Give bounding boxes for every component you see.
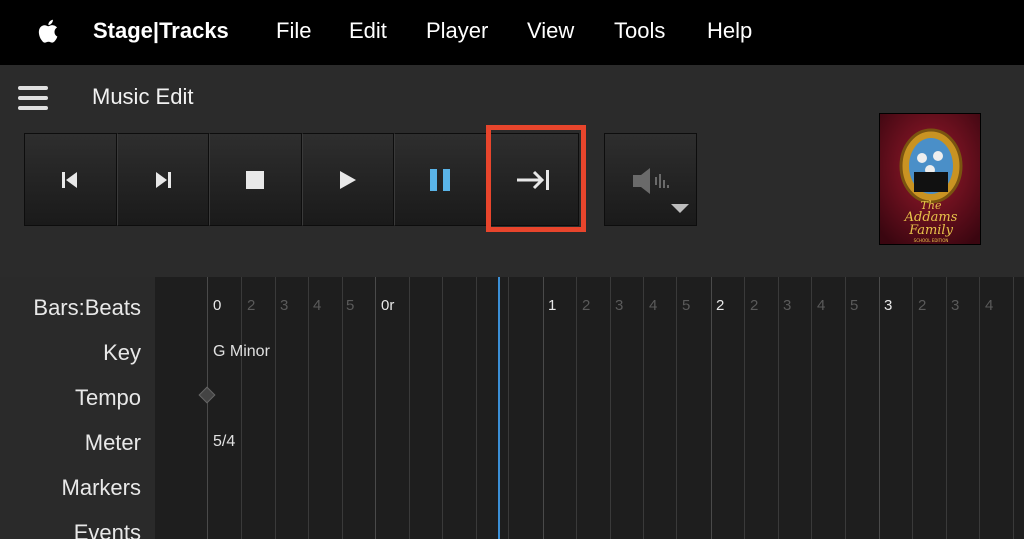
row-label-meter: Meter xyxy=(84,430,141,455)
bar-label: 1 xyxy=(548,297,557,314)
beat-label: 2 xyxy=(582,297,591,314)
speaker-icon xyxy=(633,168,669,194)
tempo-marker[interactable] xyxy=(198,386,216,404)
bar-label: 2 xyxy=(716,297,725,314)
stop-icon xyxy=(246,170,265,189)
beat-label: 5 xyxy=(850,297,859,314)
menu-view[interactable]: View xyxy=(527,18,574,44)
volume-button[interactable] xyxy=(604,133,697,226)
menu-file[interactable]: File xyxy=(276,18,311,44)
beat-label: 5 xyxy=(682,297,691,314)
play-icon xyxy=(339,170,356,189)
stop-button[interactable] xyxy=(209,133,302,226)
track-labels-panel: Bars:Beats Key Tempo Meter Markers Event… xyxy=(0,277,155,539)
menu-bar: Stage|Tracks File Edit Player View Tools… xyxy=(0,0,1024,65)
menu-tools[interactable]: Tools xyxy=(614,18,665,44)
timeline-grid[interactable]: 0 2 3 4 5 0r 1 2 3 4 5 2 2 3 4 5 3 2 3 4… xyxy=(155,277,1024,539)
beat-label: 2 xyxy=(750,297,759,314)
apple-logo-icon[interactable] xyxy=(35,16,59,46)
beat-label: 4 xyxy=(649,297,658,314)
svg-text:SCHOOL EDITION: SCHOOL EDITION xyxy=(914,238,949,243)
beat-label: 4 xyxy=(985,297,994,314)
chevron-down-icon xyxy=(671,204,689,213)
skip-to-start-icon xyxy=(62,171,78,188)
beat-label: 3 xyxy=(615,297,624,314)
page-title: Music Edit xyxy=(92,84,194,109)
hamburger-icon[interactable] xyxy=(18,86,48,110)
pause-icon xyxy=(430,168,451,191)
skip-to-start-button[interactable] xyxy=(24,133,117,226)
next-cue-button[interactable] xyxy=(116,133,209,226)
beat-label: 3 xyxy=(951,297,960,314)
row-label-key: Key xyxy=(103,340,141,365)
app-window: { "menubar": { "apple_icon": "apple-logo… xyxy=(0,0,1024,539)
key-value[interactable]: G Minor xyxy=(213,343,270,361)
beat-label: 3 xyxy=(783,297,792,314)
next-cue-icon xyxy=(155,171,171,188)
menu-edit[interactable]: Edit xyxy=(349,18,387,44)
beat-label: 2 xyxy=(918,297,927,314)
row-label-bars-beats: Bars:Beats xyxy=(33,295,141,320)
beat-label: 5 xyxy=(346,297,355,314)
pause-button[interactable] xyxy=(394,133,487,226)
app-name-menu[interactable]: Stage|Tracks xyxy=(93,18,229,44)
svg-text:Family: Family xyxy=(908,223,954,238)
bar-label: 3 xyxy=(884,297,893,314)
meter-value[interactable]: 5/4 xyxy=(213,433,235,451)
beat-label: 3 xyxy=(280,297,289,314)
menu-player[interactable]: Player xyxy=(426,18,488,44)
bar-label: 0 xyxy=(213,297,222,314)
beat-label: 4 xyxy=(313,297,322,314)
album-art-image: The Addams Family SCHOOL EDITION xyxy=(880,114,980,244)
row-label-tempo: Tempo xyxy=(74,385,141,410)
beat-label: 2 xyxy=(247,297,256,314)
album-artwork[interactable]: The Addams Family SCHOOL EDITION xyxy=(879,113,981,245)
play-button[interactable] xyxy=(301,133,394,226)
row-label-markers: Markers xyxy=(61,475,141,500)
playhead[interactable] xyxy=(498,277,500,539)
bar-label: 0r xyxy=(381,297,395,314)
beat-label: 4 xyxy=(817,297,826,314)
menu-help[interactable]: Help xyxy=(707,18,752,44)
highlight-box xyxy=(486,125,586,232)
row-label-events: Events xyxy=(73,520,141,539)
